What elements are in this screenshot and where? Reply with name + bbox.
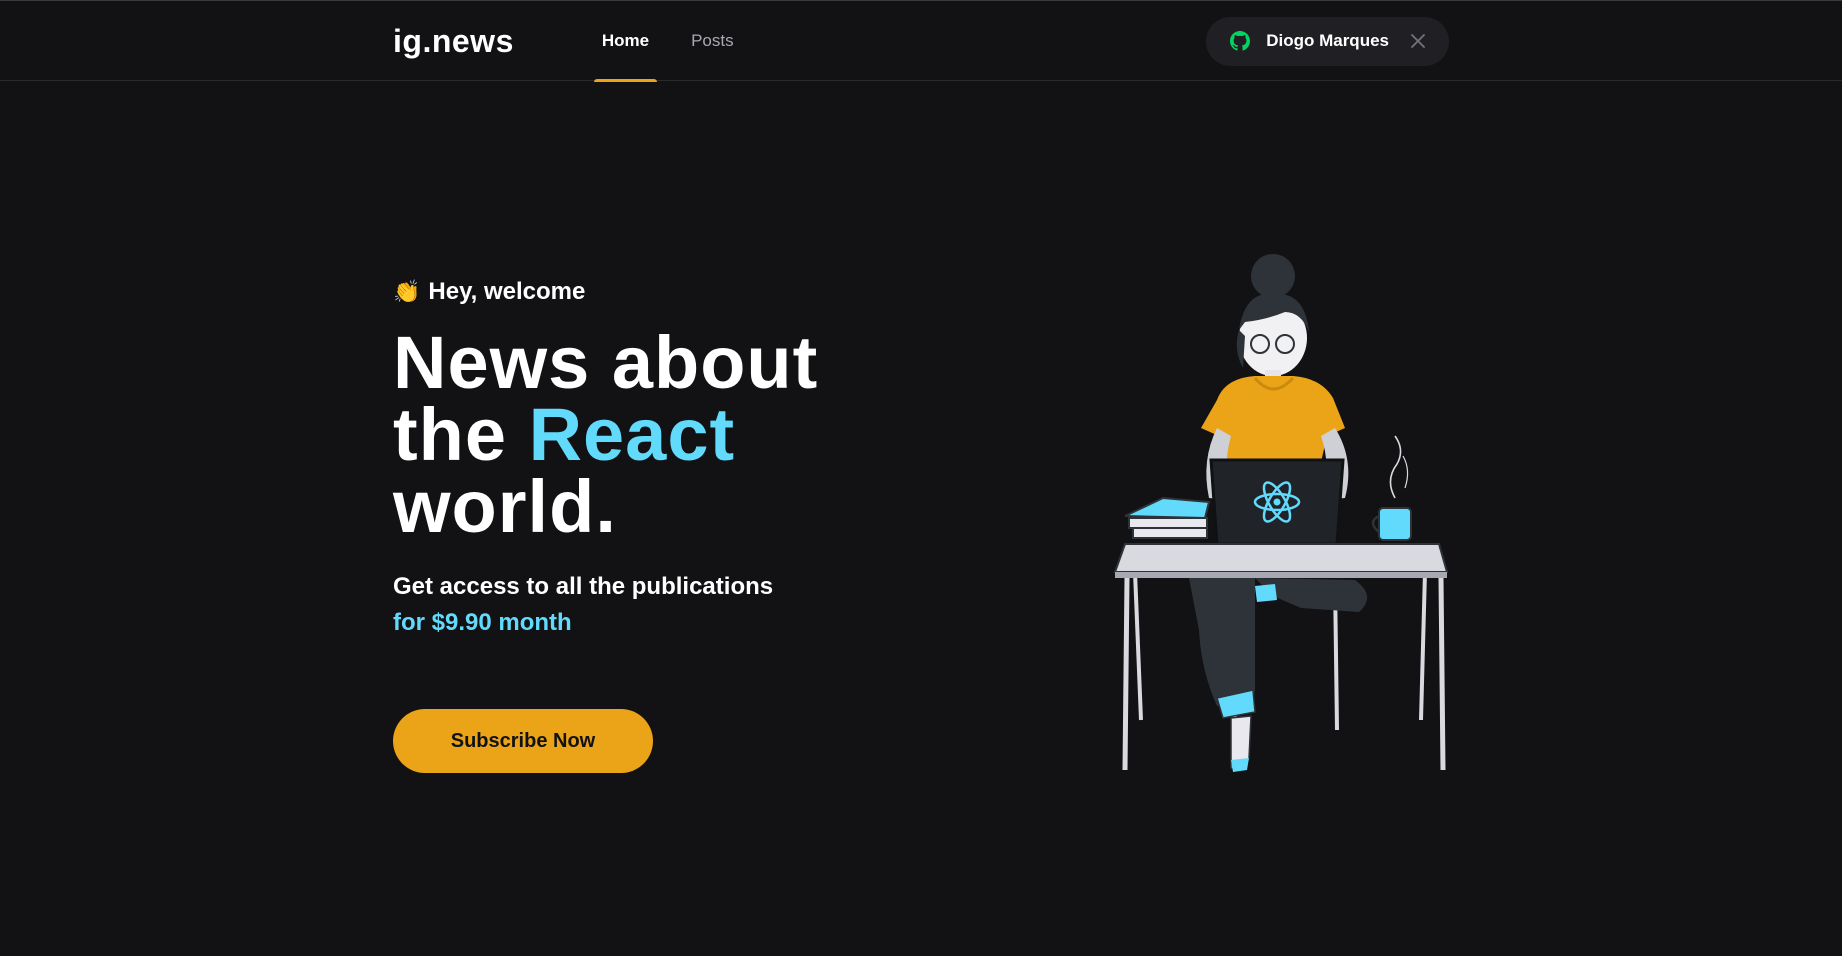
subtitle-text: Get access to all the publications <box>393 573 774 600</box>
close-icon[interactable] <box>1411 34 1425 48</box>
main-nav: Home Posts <box>593 1 768 82</box>
clapping-hands-icon: 👏 <box>393 279 421 304</box>
header-content: ig.news Home Posts Diogo Marques <box>393 1 1449 82</box>
subscribe-button[interactable]: Subscribe Now <box>393 709 653 773</box>
headline-accent: React <box>528 393 736 476</box>
welcome-text: Hey, welcome <box>428 278 586 305</box>
headline-line3: world. <box>393 465 617 548</box>
github-user-button[interactable]: Diogo Marques <box>1206 16 1449 66</box>
user-name: Diogo Marques <box>1266 31 1389 50</box>
headline-line1: News about <box>393 321 819 404</box>
hero-section: 👏 Hey, welcome News about the React worl… <box>393 275 913 773</box>
woman-at-laptop-illustration <box>1105 250 1455 790</box>
welcome-line: 👏 Hey, welcome <box>393 275 913 309</box>
hero-headline: News about the React world. <box>393 326 913 544</box>
nav-home-link[interactable]: Home <box>593 1 658 82</box>
github-icon <box>1230 31 1251 51</box>
nav-posts-link[interactable]: Posts <box>683 1 742 81</box>
site-header: ig.news Home Posts Diogo Marques <box>0 0 1842 82</box>
hero-subtitle: Get access to all the publications for $… <box>393 569 913 641</box>
logo[interactable]: ig.news <box>393 23 514 60</box>
headline-line2-prefix: the <box>393 393 507 476</box>
price-text: for $9.90 month <box>393 609 572 636</box>
